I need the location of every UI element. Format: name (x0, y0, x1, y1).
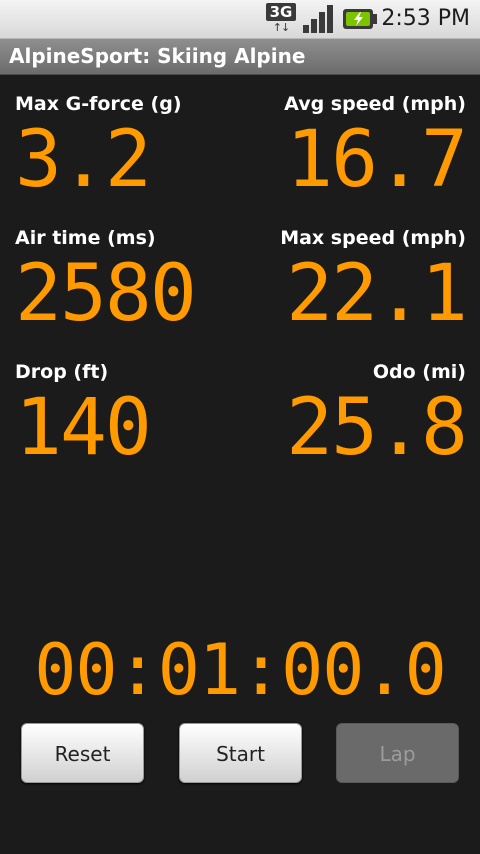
signal-strength-icon (302, 3, 336, 35)
stopwatch-timer: 00:01:00.0 (34, 629, 446, 711)
avg-speed-label: Avg speed (mph) (284, 93, 466, 115)
max-g-force-label: Max G-force (g) (15, 93, 182, 115)
data-activity-arrows-icon: ↑↓ (272, 21, 290, 34)
app-title: AlpineSport: Skiing Alpine (9, 44, 306, 68)
app-title-bar: AlpineSport: Skiing Alpine (0, 39, 480, 75)
drop-value: 140 (15, 383, 152, 473)
max-speed-label: Max speed (mph) (280, 227, 466, 249)
avg-speed-value: 16.7 (286, 115, 468, 205)
status-clock: 2:53 PM (381, 6, 470, 31)
start-button[interactable]: Start (179, 723, 302, 783)
3g-data-icon: 3G ↑↓ (266, 3, 296, 35)
max-g-force-value: 3.2 (15, 115, 152, 205)
odometer-label: Odo (mi) (372, 361, 466, 383)
network-type-label: 3G (266, 3, 296, 21)
drop-label: Drop (ft) (15, 361, 109, 383)
air-time-value: 2580 (15, 249, 197, 339)
battery-charging-icon (342, 3, 378, 35)
lap-button[interactable]: Lap (336, 723, 459, 783)
reset-button[interactable]: Reset (21, 723, 144, 783)
status-bar: 3G ↑↓ 2:53 PM (0, 0, 480, 39)
odometer-value: 25.8 (286, 383, 468, 473)
max-speed-value: 22.1 (286, 249, 468, 339)
air-time-label: Air time (ms) (15, 227, 156, 249)
